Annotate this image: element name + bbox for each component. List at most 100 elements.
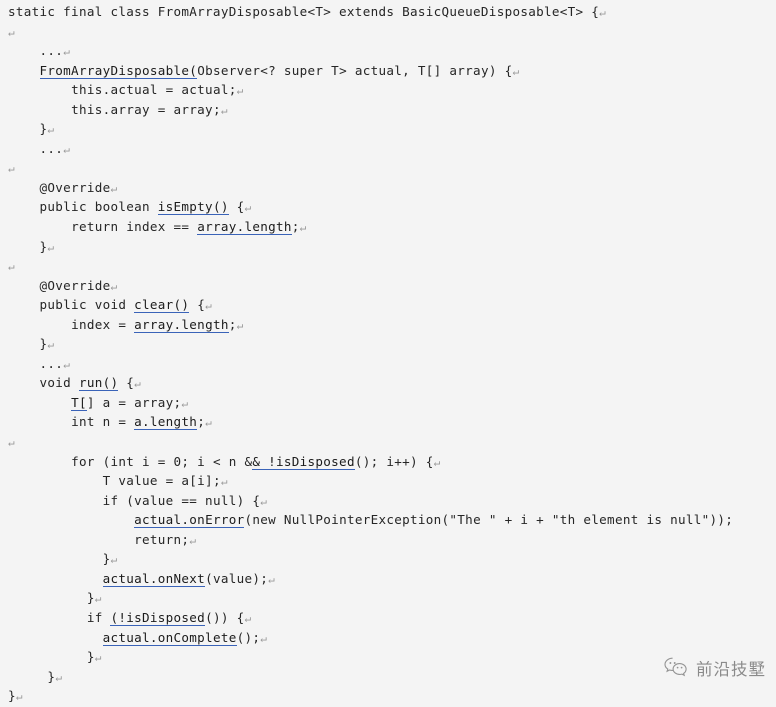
- code-text: public boolean: [39, 199, 158, 215]
- code-text: int n =: [71, 414, 135, 430]
- carriage-return-mark-icon: ↵: [260, 494, 267, 508]
- code-screenshot: static final class FromArrayDisposable<T…: [0, 0, 776, 703]
- carriage-return-mark-icon: ↵: [110, 279, 118, 293]
- carriage-return-mark-icon: ↵: [15, 690, 23, 704]
- carriage-return-mark-icon: ↵: [599, 6, 606, 19]
- code-line: }↵: [8, 686, 776, 706]
- code-line: index = array.length;↵: [8, 315, 776, 335]
- code-line: return;↵: [8, 530, 776, 550]
- code-identifier-link[interactable]: actual.onNext: [102, 570, 206, 587]
- carriage-return-mark-icon: ↵: [236, 84, 244, 98]
- carriage-return-mark-icon: ↵: [47, 240, 55, 254]
- code-text: static final class FromArrayDisposable<T…: [8, 4, 600, 19]
- code-text: this.actual = actual;: [71, 82, 237, 98]
- code-text: if: [86, 609, 111, 625]
- carriage-return-mark-icon: ↵: [94, 651, 102, 665]
- code-line: this.array = array;↵: [8, 100, 776, 120]
- carriage-return-mark-icon: ↵: [244, 611, 252, 625]
- code-line: actual.onComplete();↵: [8, 628, 776, 648]
- carriage-return-mark-icon: ↵: [181, 396, 189, 410]
- code-line: actual.onError(new NullPointerException(…: [8, 510, 776, 530]
- code-identifier-link[interactable]: run(): [78, 375, 119, 392]
- carriage-return-mark-icon: ↵: [220, 103, 228, 117]
- code-line: static final class FromArrayDisposable<T…: [8, 2, 776, 22]
- code-identifier-link[interactable]: actual.onComplete: [102, 629, 237, 646]
- code-line: ↵: [8, 158, 776, 178]
- code-line: }↵: [8, 549, 776, 569]
- carriage-return-mark-icon: ↵: [512, 64, 520, 78]
- code-line: public boolean isEmpty() {↵: [8, 197, 776, 217]
- code-text: Observer<? super T> actual, T[] array) {: [197, 62, 513, 78]
- code-identifier-link[interactable]: & !isDisposed: [252, 453, 355, 470]
- code-text: index =: [71, 316, 135, 332]
- code-line: @Override↵: [8, 276, 776, 296]
- code-text: (); i++) {: [354, 453, 434, 469]
- carriage-return-mark-icon: ↵: [134, 377, 141, 391]
- code-text: ;: [197, 414, 206, 430]
- code-line: ...↵: [8, 354, 776, 374]
- code-identifier-link[interactable]: a.length: [134, 414, 198, 431]
- code-text: this.array = array;: [71, 101, 221, 117]
- code-line: FromArrayDisposable(Observer<? super T> …: [8, 61, 776, 81]
- code-line: }↵: [8, 237, 776, 257]
- code-line: if (value == null) {↵: [8, 491, 776, 511]
- carriage-return-mark-icon: ↵: [63, 357, 70, 371]
- code-line: int n = a.length;↵: [8, 412, 776, 432]
- carriage-return-mark-icon: ↵: [63, 142, 70, 156]
- code-identifier-link[interactable]: isEmpty(): [157, 199, 229, 216]
- code-line: return index == array.length;↵: [8, 217, 776, 237]
- code-line: @Override↵: [8, 178, 776, 198]
- carriage-return-mark-icon: ↵: [110, 181, 118, 195]
- code-identifier-link[interactable]: T[: [71, 394, 87, 411]
- carriage-return-mark-icon: ↵: [189, 533, 196, 547]
- code-text: ;: [291, 219, 300, 235]
- code-text: return;: [134, 531, 190, 547]
- code-text: ;: [228, 316, 237, 332]
- code-text: (value);: [205, 570, 269, 586]
- carriage-return-mark-icon: ↵: [299, 221, 307, 235]
- code-line: ↵: [8, 432, 776, 452]
- carriage-return-mark-icon: ↵: [47, 338, 55, 352]
- carriage-return-mark-icon: ↵: [8, 25, 15, 39]
- code-identifier-link[interactable]: FromArrayDisposable(: [39, 62, 198, 79]
- code-text: {: [118, 375, 135, 391]
- code-line: ...↵: [8, 139, 776, 159]
- code-identifier-link[interactable]: clear(): [134, 297, 190, 314]
- code-line: T value = a[i];↵: [8, 471, 776, 491]
- code-text: @Override: [39, 277, 111, 293]
- code-line: actual.onNext(value);↵: [8, 569, 776, 589]
- code-line: ↵: [8, 22, 776, 42]
- code-identifier-link[interactable]: (!isDisposed: [110, 609, 206, 626]
- carriage-return-mark-icon: ↵: [220, 475, 228, 489]
- carriage-return-mark-icon: ↵: [63, 45, 70, 59]
- code-line: this.actual = actual;↵: [8, 80, 776, 100]
- code-line: T[] a = array;↵: [8, 393, 776, 413]
- code-identifier-link[interactable]: actual.onError: [134, 512, 245, 529]
- code-text: ...: [39, 43, 64, 59]
- code-line: }↵: [8, 119, 776, 139]
- code-identifier-link[interactable]: array.length: [197, 219, 292, 236]
- code-text: return index ==: [71, 219, 198, 235]
- code-identifier-link[interactable]: array.length: [134, 316, 229, 333]
- code-text: {: [228, 199, 245, 215]
- code-text: }: [86, 649, 95, 665]
- wechat-logo-icon: [663, 655, 689, 681]
- carriage-return-mark-icon: ↵: [8, 162, 15, 176]
- code-text: ] a = array;: [86, 394, 182, 410]
